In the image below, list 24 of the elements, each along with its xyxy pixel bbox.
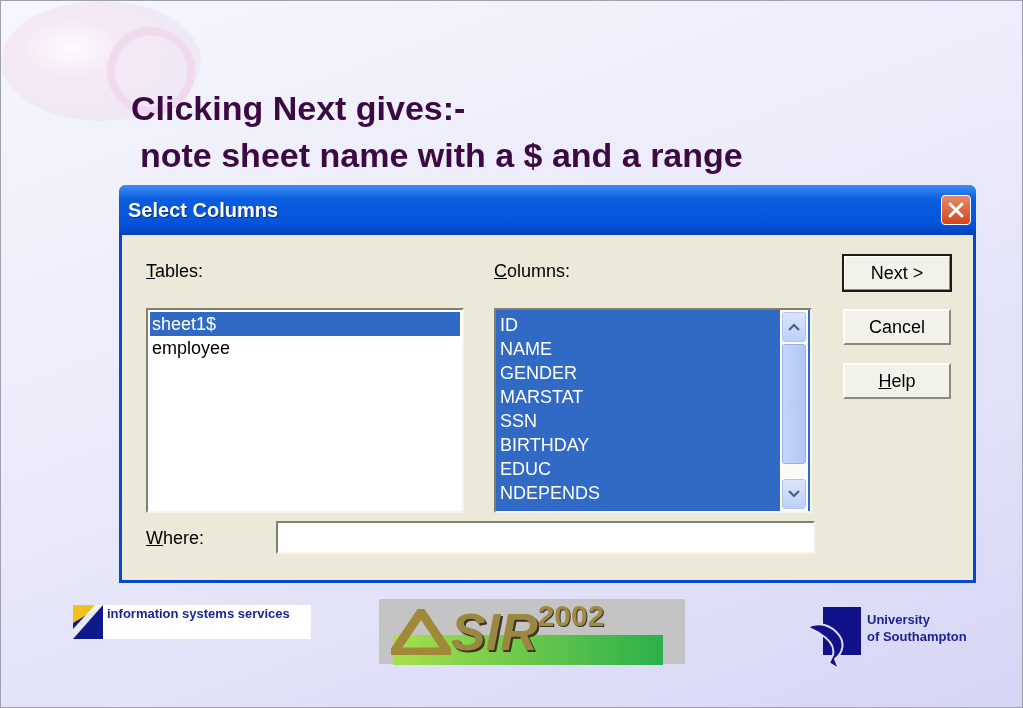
- slide-title: Clicking Next gives:-: [131, 88, 467, 129]
- logo-text: University: [867, 611, 931, 628]
- tables-label: Tables:: [146, 261, 205, 281]
- close-icon: [947, 201, 965, 219]
- where-label: Where:: [146, 527, 206, 548]
- scroll-up-button[interactable]: [782, 312, 806, 342]
- chevron-up-icon: [788, 323, 800, 331]
- help-button[interactable]: Help: [843, 363, 951, 399]
- cancel-button[interactable]: Cancel: [843, 309, 951, 345]
- list-item[interactable]: sheet1$: [150, 312, 460, 336]
- where-field[interactable]: [276, 521, 815, 554]
- slide-title: note sheet name with a $ and a range: [139, 135, 744, 176]
- logo-text: information systems services: [107, 605, 290, 623]
- scrollbar[interactable]: [780, 310, 808, 511]
- window-title: Select Columns: [128, 198, 279, 222]
- scroll-thumb[interactable]: [782, 344, 806, 464]
- list-item[interactable]: employee: [150, 336, 460, 360]
- chevron-down-icon: [788, 490, 800, 498]
- columns-label: Columns:: [494, 261, 572, 281]
- scroll-down-button[interactable]: [782, 479, 806, 509]
- logo-text: of Southampton: [867, 628, 967, 645]
- close-button[interactable]: [941, 195, 971, 225]
- triangle-icon: [391, 608, 451, 655]
- next-button[interactable]: Next >: [843, 255, 951, 291]
